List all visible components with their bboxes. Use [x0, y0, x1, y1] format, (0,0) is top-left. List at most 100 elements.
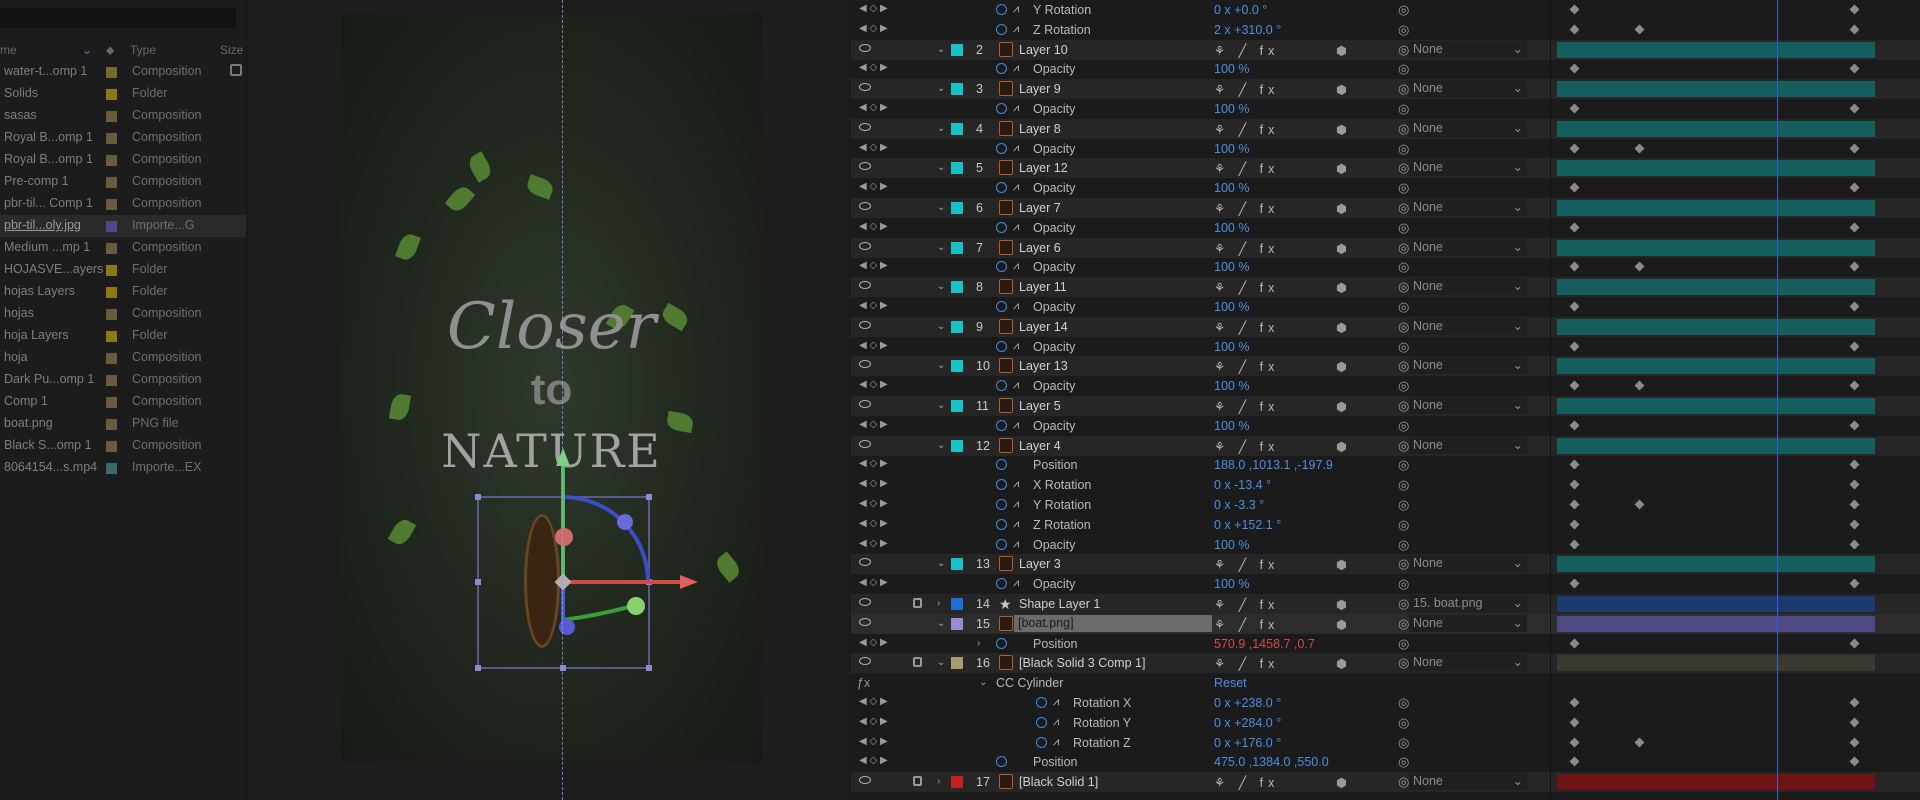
timeline-divider[interactable]: [1550, 0, 1551, 800]
property-value[interactable]: 2 x +310.0 °: [1214, 23, 1281, 37]
keyframe-navigator[interactable]: ◀ ◇ ▶: [859, 696, 888, 707]
layer-row[interactable]: ⌄ 9 Layer 14 ⚘ ╱ fx ⬢ ◎ None ⌄: [851, 316, 1920, 337]
layer-row[interactable]: ⌄ 11 Layer 5 ⚘ ╱ fx ⬢ ◎ None ⌄: [851, 396, 1920, 416]
layer-label-color[interactable]: [951, 617, 963, 630]
layer-label-color[interactable]: [951, 439, 963, 452]
expression-icon[interactable]: ◎: [1398, 101, 1409, 117]
keyframe-diamond[interactable]: [1849, 578, 1860, 589]
expand-chevron-icon[interactable]: ›: [937, 598, 940, 609]
visibility-eye-icon[interactable]: [859, 43, 871, 52]
stopwatch-icon[interactable]: [996, 637, 1007, 649]
layer-name[interactable]: Layer 7: [1019, 201, 1061, 215]
layer-name[interactable]: [Black Solid 3 Comp 1]: [1019, 656, 1145, 670]
keyframe-navigator[interactable]: ◀ ◇ ▶: [859, 637, 888, 648]
column-name[interactable]: me: [0, 43, 17, 57]
stopwatch-icon[interactable]: [996, 301, 1007, 312]
stopwatch-icon[interactable]: [996, 756, 1007, 768]
keyframe-diamond[interactable]: [1634, 737, 1645, 748]
label-swatch[interactable]: [106, 221, 117, 232]
property-row[interactable]: ◀ ◇ ▶ ⩘ X Rotation 0 x -13.4 ° ◎: [851, 475, 1920, 495]
layer-row[interactable]: › 14 ★ Shape Layer 1 ⚘ ╱ fx ⬢ ◎ 15. boat.png ⌄: [851, 594, 1920, 614]
graph-icon[interactable]: ⩘: [1013, 518, 1019, 531]
property-row[interactable]: ◀ ◇ ▶ Position 475.0 ,1384.0 ,550.0 ◎: [851, 752, 1920, 772]
visibility-eye-icon[interactable]: [859, 657, 871, 666]
3d-layer-icon[interactable]: ⬢: [1336, 775, 1347, 790]
layer-label-color[interactable]: [951, 360, 963, 373]
keyframe-diamond[interactable]: [1849, 143, 1860, 154]
property-row[interactable]: ◀ ◇ ▶ ⩘ Opacity 100 % ◎: [851, 218, 1920, 238]
motion-blur-icon[interactable]: ◎: [1398, 596, 1409, 612]
keyframe-diamond[interactable]: [1849, 737, 1860, 748]
parent-dropdown[interactable]: None ⌄: [1409, 436, 1527, 454]
collapse-chevron-icon[interactable]: ⌄: [937, 400, 945, 411]
layer-duration-bar[interactable]: [1557, 200, 1875, 216]
keyframe-diamond[interactable]: [1849, 459, 1860, 470]
column-size[interactable]: Size: [220, 43, 243, 57]
keyframe-navigator[interactable]: ◀ ◇ ▶: [859, 498, 888, 509]
layer-duration-bar[interactable]: [1557, 279, 1875, 296]
property-row[interactable]: ◀ ◇ ▶ ⩘ Rotation Z 0 x +176.0 ° ◎: [851, 733, 1920, 753]
visibility-eye-icon[interactable]: [859, 776, 871, 785]
keyframe-navigator[interactable]: ◀ ◇ ▶: [859, 62, 888, 73]
graph-icon[interactable]: ⩘: [1013, 379, 1019, 392]
stopwatch-icon[interactable]: [1036, 716, 1047, 728]
keyframe-diamond[interactable]: [1849, 261, 1860, 272]
layer-row[interactable]: ⌄ 16 [Black Solid 3 Comp 1] ⚘ ╱ fx ⬢ ◎ None ⌄: [851, 653, 1920, 674]
keyframe-diamond[interactable]: [1849, 24, 1860, 35]
project-item[interactable]: Black S...omp 1 Composition: [0, 435, 246, 457]
expression-icon[interactable]: ◎: [1398, 754, 1409, 770]
parent-dropdown[interactable]: None ⌄: [1409, 80, 1527, 98]
layer-duration-bar[interactable]: [1557, 774, 1875, 791]
keyframe-navigator[interactable]: ◀ ◇ ▶: [859, 518, 888, 529]
motion-blur-icon[interactable]: ◎: [1398, 160, 1409, 176]
collapse-chevron-icon[interactable]: ⌄: [937, 321, 945, 332]
layer-label-color[interactable]: [951, 83, 963, 96]
property-value[interactable]: 100 %: [1214, 142, 1249, 156]
project-item[interactable]: Medium ...mp 1 Composition: [0, 237, 246, 259]
property-row[interactable]: ◀ ◇ ▶ ⩘ Z Rotation 0 x +152.1 ° ◎: [851, 515, 1920, 535]
parent-dropdown[interactable]: None ⌄: [1409, 614, 1527, 632]
layer-switches[interactable]: ⚘ ╱ fx: [1214, 557, 1279, 572]
graph-icon[interactable]: ⩘: [1013, 62, 1019, 75]
keyframe-diamond[interactable]: [1849, 420, 1860, 431]
label-swatch[interactable]: [106, 111, 117, 122]
graph-icon[interactable]: ⩘: [1013, 538, 1019, 551]
keyframe-navigator[interactable]: ◀ ◇ ▶: [859, 716, 888, 727]
visibility-eye-icon[interactable]: [859, 162, 871, 171]
keyframe-diamond[interactable]: [1569, 459, 1580, 470]
parent-dropdown[interactable]: None ⌄: [1409, 654, 1527, 672]
3d-layer-icon[interactable]: ⬢: [1336, 656, 1347, 671]
property-value[interactable]: 100 %: [1214, 577, 1249, 591]
property-row[interactable]: ◀ ◇ ▶ ⩘ Opacity 100 % ◎: [851, 59, 1920, 79]
3d-layer-icon[interactable]: ⬢: [1336, 439, 1347, 454]
expression-icon[interactable]: ◎: [1398, 537, 1409, 553]
property-value[interactable]: 0 x -3.3 °: [1214, 498, 1264, 512]
property-value[interactable]: 100 %: [1214, 379, 1249, 393]
layer-row[interactable]: › 17 [Black Solid 1] ⚘ ╱ fx ⬢ ◎ None ⌄: [851, 772, 1920, 793]
motion-blur-icon[interactable]: ◎: [1398, 398, 1409, 414]
visibility-eye-icon[interactable]: [859, 320, 871, 329]
keyframe-diamond[interactable]: [1849, 756, 1860, 767]
parent-dropdown[interactable]: None ⌄: [1409, 159, 1527, 177]
keyframe-diamond[interactable]: [1569, 24, 1580, 35]
layer-switches[interactable]: ⚘ ╱ fx: [1214, 161, 1279, 176]
project-item[interactable]: pbr-til... Comp 1 Composition: [0, 193, 246, 215]
label-swatch[interactable]: [106, 353, 117, 364]
property-value[interactable]: 475.0 ,1384.0 ,550.0: [1214, 755, 1329, 769]
property-value[interactable]: 100 %: [1214, 62, 1249, 76]
motion-blur-icon[interactable]: ◎: [1398, 616, 1409, 632]
effect-reset-link[interactable]: Reset: [1214, 676, 1247, 690]
property-row[interactable]: ◀ ◇ ▶ ⩘ Opacity 100 % ◎: [851, 416, 1920, 436]
expression-icon[interactable]: ◎: [1398, 61, 1409, 77]
keyframe-diamond[interactable]: [1569, 380, 1580, 391]
collapse-chevron-icon[interactable]: ⌄: [937, 44, 945, 55]
property-value[interactable]: 100 %: [1214, 181, 1249, 195]
keyframe-diamond[interactable]: [1849, 301, 1860, 312]
motion-blur-icon[interactable]: ◎: [1398, 358, 1409, 374]
layer-row[interactable]: ⌄ 8 Layer 11 ⚘ ╱ fx ⬢ ◎ None ⌄: [851, 277, 1920, 298]
layer-row[interactable]: ⌄ 2 Layer 10 ⚘ ╱ fx ⬢ ◎ None ⌄: [851, 39, 1920, 60]
graph-icon[interactable]: ⩘: [1053, 696, 1059, 709]
keyframe-diamond[interactable]: [1569, 578, 1580, 589]
motion-blur-icon[interactable]: ◎: [1398, 279, 1409, 295]
3d-layer-icon[interactable]: ⬢: [1336, 359, 1347, 374]
